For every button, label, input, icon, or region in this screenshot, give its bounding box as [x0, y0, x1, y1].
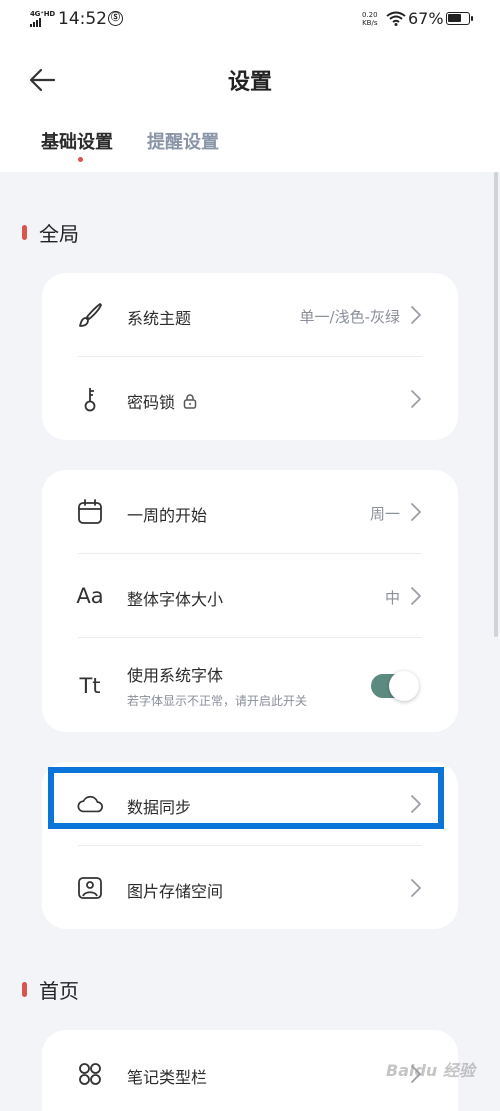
wifi-icon [386, 11, 406, 26]
row-label: 一周的开始 [127, 506, 208, 525]
active-tab-indicator [78, 157, 83, 162]
row-sublabel: 若字体显示不正常，请开启此开关 [127, 694, 308, 708]
key-icon [76, 385, 104, 413]
row-image-storage[interactable]: 图片存储空间 [42, 846, 458, 930]
row-label: 整体字体大小 [127, 590, 224, 609]
row-font-size[interactable]: Aa 整体字体大小 中 [42, 554, 458, 638]
row-label: 系统主题 [127, 309, 192, 328]
theme-value: 单一/浅色-灰绿 [299, 308, 400, 326]
network-speed: 0.20 KB/s [362, 11, 378, 27]
clock: 14:52 [58, 9, 107, 29]
week-start-value: 周一 [369, 505, 400, 523]
row-system-font: Tt 使用系统字体 若字体显示不正常，请开启此开关 [42, 638, 458, 732]
row-label: 使用系统字体 [127, 666, 224, 685]
cloud-icon [76, 790, 104, 818]
row-data-sync[interactable]: 数据同步 [42, 762, 458, 846]
toggle-knob [389, 671, 419, 701]
top-bar: 4G⁺HD 14:52 Ⓢ 0.20 KB/s 67% 设置 基础设置 提醒设置 [0, 0, 500, 172]
page-title: 设置 [227, 70, 272, 95]
battery-icon [446, 12, 473, 25]
row-password-lock[interactable]: 密码锁 [42, 357, 458, 441]
settings-card-display: 一周的开始 周一 Aa 整体字体大小 中 Tt 使用系统字体 若字体显示不正常，… [42, 470, 458, 732]
section-title: 首页 [39, 979, 79, 1003]
chevron-right-icon [411, 795, 421, 813]
lock-icon [183, 394, 197, 409]
brush-icon [76, 301, 104, 329]
notification-app-icon: Ⓢ [108, 11, 123, 26]
row-label: 笔记类型栏 [127, 1068, 208, 1087]
section-marker [22, 982, 27, 997]
row-label-group: 密码锁 [127, 389, 197, 413]
section-marker [22, 225, 27, 240]
chevron-right-icon [411, 306, 421, 324]
row-label: 图片存储空间 [127, 882, 224, 901]
row-week-start[interactable]: 一周的开始 周一 [42, 470, 458, 554]
calendar-icon [76, 498, 104, 526]
section-title: 全局 [39, 222, 79, 246]
tab-reminder-settings[interactable]: 提醒设置 [147, 128, 219, 154]
settings-card-data: 数据同步 图片存储空间 [42, 762, 458, 929]
grid-icon [76, 1060, 104, 1088]
speed-value: 0.20 [362, 11, 378, 19]
system-font-icon: Tt [79, 674, 101, 698]
chevron-right-icon [411, 503, 421, 521]
speed-unit: KB/s [362, 19, 378, 27]
signal-icon: 4G⁺HD [30, 10, 55, 28]
battery-percent: 67% [408, 9, 444, 28]
tab-basic-settings[interactable]: 基础设置 [41, 128, 113, 154]
chevron-right-icon [411, 390, 421, 408]
watermark-logo: Baidu 经验 [386, 1061, 475, 1080]
chevron-right-icon [411, 879, 421, 897]
row-label: 密码锁 [127, 393, 176, 412]
status-bar: 4G⁺HD 14:52 Ⓢ 0.20 KB/s 67% [0, 0, 500, 40]
row-label: 数据同步 [127, 798, 192, 817]
row-system-theme[interactable]: 系统主题 单一/浅色-灰绿 [42, 273, 458, 357]
network-type: 4G⁺HD [30, 10, 55, 18]
section-home-header: 首页 [22, 975, 79, 1004]
font-size-icon: Aa [76, 584, 104, 608]
system-font-toggle[interactable] [371, 671, 419, 701]
section-global-header: 全局 [22, 218, 79, 247]
settings-card-appearance: 系统主题 单一/浅色-灰绿 密码锁 [42, 273, 458, 440]
chevron-right-icon [411, 587, 421, 605]
scrollbar[interactable] [494, 172, 498, 637]
image-icon [76, 874, 104, 902]
font-size-value: 中 [384, 589, 400, 607]
